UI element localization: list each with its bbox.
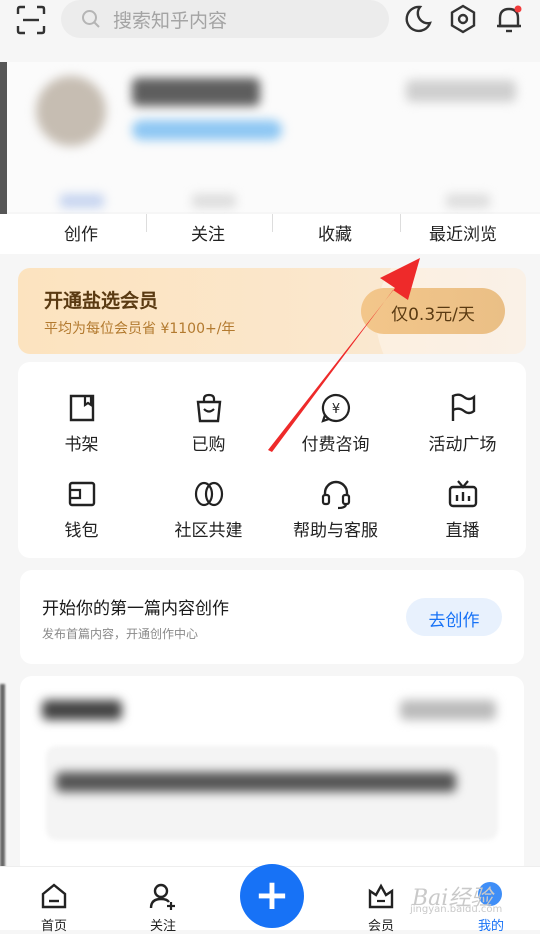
go-create-button[interactable]: 去创作 bbox=[406, 598, 502, 636]
live-tv-icon bbox=[448, 480, 478, 508]
stat-favorites[interactable]: 收藏 bbox=[270, 220, 400, 245]
wallet-icon bbox=[68, 481, 96, 507]
grid-item-bookshelf[interactable]: 书架 bbox=[18, 366, 145, 455]
grid-item-label: 钱包 bbox=[64, 521, 99, 541]
edge-shadow bbox=[0, 684, 5, 874]
tab-home[interactable]: 首页 bbox=[14, 867, 94, 934]
profile-link-blurred[interactable] bbox=[406, 80, 516, 102]
grid-item-paid-consult[interactable]: ¥ 付费咨询 bbox=[272, 366, 399, 455]
grid-item-live[interactable]: 直播 bbox=[399, 452, 526, 541]
avatar[interactable] bbox=[36, 76, 106, 146]
settings-icon[interactable] bbox=[448, 4, 478, 34]
headset-icon bbox=[321, 480, 351, 510]
tab-label: 关注 bbox=[149, 919, 176, 934]
card-link-blurred[interactable] bbox=[400, 700, 496, 720]
vip-icon bbox=[368, 883, 394, 909]
profile-stats: 创作 关注 收藏 最近浏览 bbox=[0, 214, 540, 254]
tab-label: 首页 bbox=[40, 919, 67, 934]
flag-icon bbox=[451, 393, 476, 421]
grid-item-wallet[interactable]: 钱包 bbox=[18, 452, 145, 541]
grid-item-label: 帮助与客服 bbox=[293, 521, 378, 541]
search-input[interactable]: 搜索知乎内容 bbox=[61, 0, 389, 38]
grid-item-label: 直播 bbox=[445, 521, 480, 541]
shopping-bag-icon bbox=[196, 393, 222, 423]
create-subtitle: 发布首篇内容，开通创作中心 bbox=[42, 627, 199, 641]
vip-button-label: 仅0.3元/天 bbox=[391, 305, 475, 325]
follow-icon bbox=[149, 883, 175, 910]
tab-vip[interactable]: 会员 bbox=[341, 867, 421, 934]
tools-grid: 书架 已购 ¥ 付费咨询 活动广场 钱包 社区共建 帮助与客服 直播 bbox=[18, 362, 526, 558]
vip-banner[interactable]: 开通盐选会员 平均为每位会员省 ¥1100+/年 仅0.3元/天 bbox=[18, 268, 526, 354]
moon-icon[interactable] bbox=[403, 4, 433, 34]
stat-count-blurred bbox=[192, 194, 236, 208]
recommend-card-blurred[interactable] bbox=[20, 676, 524, 876]
stat-count-blurred bbox=[446, 194, 490, 208]
add-post-button[interactable]: + bbox=[240, 864, 304, 928]
top-bar: 搜索知乎内容 bbox=[0, 0, 540, 62]
grid-item-purchased[interactable]: 已购 bbox=[145, 366, 272, 455]
tab-follow[interactable]: 关注 bbox=[123, 867, 203, 934]
profile-header[interactable] bbox=[6, 62, 540, 212]
home-icon bbox=[41, 883, 67, 909]
stat-recent[interactable]: 最近浏览 bbox=[398, 220, 528, 245]
scan-icon[interactable] bbox=[16, 5, 46, 35]
create-title: 开始你的第一篇内容创作 bbox=[42, 599, 229, 619]
vip-title: 开通盐选会员 bbox=[44, 290, 159, 312]
grid-item-help[interactable]: 帮助与客服 bbox=[272, 452, 399, 541]
tab-label: 我的 bbox=[477, 919, 504, 934]
stat-creation[interactable]: 创作 bbox=[16, 220, 146, 245]
plus-icon: + bbox=[254, 870, 290, 919]
vip-subtitle: 平均为每位会员省 ¥1100+/年 bbox=[44, 321, 236, 337]
grid-item-community[interactable]: 社区共建 bbox=[145, 452, 272, 541]
paid-consult-icon: ¥ bbox=[321, 393, 351, 423]
tab-label: 会员 bbox=[367, 919, 394, 934]
grid-item-activity[interactable]: 活动广场 bbox=[399, 366, 526, 455]
card-title-blurred bbox=[42, 700, 122, 720]
community-icon bbox=[194, 481, 224, 507]
edge-shadow bbox=[0, 62, 7, 214]
svg-text:¥: ¥ bbox=[332, 402, 340, 417]
stat-following[interactable]: 关注 bbox=[143, 220, 273, 245]
create-card: 开始你的第一篇内容创作 发布首篇内容，开通创作中心 去创作 bbox=[20, 570, 524, 664]
go-create-label: 去创作 bbox=[428, 611, 480, 631]
profile-tag-blurred bbox=[132, 120, 282, 140]
bell-icon[interactable] bbox=[494, 4, 524, 34]
card-body-blurred bbox=[46, 746, 498, 840]
grid-item-label: 社区共建 bbox=[174, 521, 243, 541]
bookshelf-icon bbox=[69, 394, 95, 422]
card-text-blurred bbox=[56, 772, 456, 792]
search-placeholder: 搜索知乎内容 bbox=[113, 10, 228, 32]
vip-open-button[interactable]: 仅0.3元/天 bbox=[361, 288, 505, 334]
stat-count-blurred bbox=[60, 194, 104, 208]
watermark-url: jingyan.baidu.com bbox=[410, 904, 503, 915]
username-blurred bbox=[132, 78, 260, 106]
search-icon bbox=[82, 10, 100, 28]
